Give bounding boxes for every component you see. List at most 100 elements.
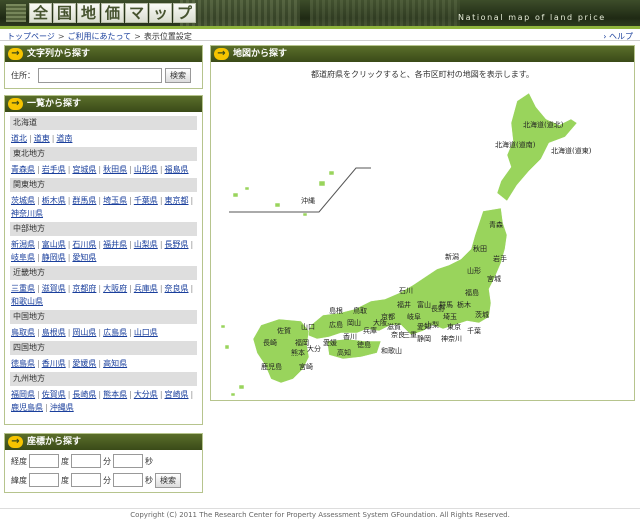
prefecture-map-label[interactable]: 石川 [399,287,413,295]
prefecture-map-label[interactable]: 茨城 [475,310,489,319]
prefecture-link[interactable]: 岡山県 [72,328,96,337]
prefecture-map-label[interactable]: 北海道(道南) [495,140,536,149]
lat-deg-input[interactable] [29,454,59,468]
prefecture-link[interactable]: 東京都 [165,196,189,205]
prefecture-map-label[interactable]: 山口 [301,322,315,331]
prefecture-map-label[interactable]: 山形 [467,266,481,275]
prefecture-link[interactable]: 道北 [11,134,27,143]
prefecture-link[interactable]: 京都府 [72,284,96,293]
prefecture-map-label[interactable]: 沖縄 [301,196,315,205]
lat-sec-input[interactable] [113,454,143,468]
prefecture-link[interactable]: 香川県 [42,359,66,368]
prefecture-map-label[interactable]: 北海道(道北) [523,120,564,129]
prefecture-link[interactable]: 奈良県 [165,284,189,293]
prefecture-link[interactable]: 島根県 [42,328,66,337]
prefecture-link[interactable]: 石川県 [72,240,96,249]
prefecture-link[interactable]: 徳島県 [11,359,35,368]
lat-min-input[interactable] [71,454,101,468]
prefecture-link[interactable]: 三重県 [11,284,35,293]
prefecture-link[interactable]: 富山県 [42,240,66,249]
prefecture-map-label[interactable]: 広島 [329,320,343,329]
prefecture-link[interactable]: 宮崎県 [165,390,189,399]
prefecture-map-label[interactable]: 宮崎 [299,362,313,371]
prefecture-link[interactable]: 青森県 [11,165,35,174]
prefecture-link[interactable]: 宮城県 [72,165,96,174]
prefecture-map-label[interactable]: 大分 [307,344,321,353]
prefecture-map-label[interactable]: 徳島 [357,340,371,349]
okinawa-islands[interactable] [232,170,335,217]
prefecture-link[interactable]: 神奈川県 [11,209,43,218]
prefecture-map-label[interactable]: 奈良 [391,330,405,339]
lon-min-input[interactable] [71,473,101,487]
site-logo[interactable]: 全国地価マップ [29,3,196,23]
prefecture-link[interactable]: 秋田県 [103,165,127,174]
prefecture-map-label[interactable]: 千葉 [467,326,481,335]
prefecture-link[interactable]: 山形県 [134,165,158,174]
prefecture-link[interactable]: 高知県 [103,359,127,368]
prefecture-link[interactable]: 岐阜県 [11,253,35,262]
prefecture-link[interactable]: 兵庫県 [134,284,158,293]
prefecture-link[interactable]: 愛知県 [72,253,96,262]
prefecture-link[interactable]: 大分県 [134,390,158,399]
prefecture-link[interactable]: 熊本県 [103,390,127,399]
prefecture-link[interactable]: 新潟県 [11,240,35,249]
prefecture-map-label[interactable]: 北海道(道東) [551,146,592,155]
prefecture-map-label[interactable]: 島根 [329,306,343,315]
prefecture-link[interactable]: 長崎県 [72,390,96,399]
prefecture-link[interactable]: 和歌山県 [11,297,43,306]
prefecture-map-label[interactable]: 鹿児島 [261,362,282,371]
prefecture-map-label[interactable]: 富山 [417,300,431,309]
address-input[interactable] [38,68,162,83]
prefecture-map-label[interactable]: 兵庫 [363,326,377,335]
prefecture-map-label[interactable]: 佐賀 [277,326,291,335]
prefecture-map-label[interactable]: 和歌山 [381,346,402,355]
prefecture-link[interactable]: 長野県 [165,240,189,249]
prefecture-map-label[interactable]: 新潟 [445,252,459,261]
prefecture-map-label[interactable]: 岩手 [493,254,507,263]
prefecture-map-label[interactable]: 福島 [465,288,479,297]
prefecture-link[interactable]: 大阪府 [103,284,127,293]
prefecture-link[interactable]: 静岡県 [42,253,66,262]
prefecture-link[interactable]: 福井県 [103,240,127,249]
prefecture-link[interactable]: 山口県 [134,328,158,337]
prefecture-link[interactable]: 広島県 [103,328,127,337]
prefecture-map-label[interactable]: 愛知 [417,322,431,331]
prefecture-map-label[interactable]: 福井 [397,300,411,309]
prefecture-map-label[interactable]: 高知 [337,348,351,357]
prefecture-map-label[interactable]: 埼玉 [443,312,457,321]
lon-sec-input[interactable] [113,473,143,487]
prefecture-map-label[interactable]: 群馬 [439,300,453,309]
prefecture-link[interactable]: 沖縄県 [50,403,74,412]
prefecture-map-label[interactable]: 長崎 [263,338,277,347]
prefecture-map-label[interactable]: 熊本 [291,348,305,357]
prefecture-link[interactable]: 滋賀県 [42,284,66,293]
prefecture-map-label[interactable]: 静岡 [417,334,431,343]
prefecture-link[interactable]: 道東 [34,134,50,143]
prefecture-map-label[interactable]: 愛媛 [323,338,337,347]
prefecture-link[interactable]: 群馬県 [72,196,96,205]
coord-search-button[interactable]: 検索 [155,472,181,488]
prefecture-map-label[interactable]: 三重 [403,331,417,339]
prefecture-map-label[interactable]: 栃木 [457,300,471,309]
prefecture-link[interactable]: 愛媛県 [72,359,96,368]
prefecture-map-label[interactable]: 青森 [489,220,503,229]
prefecture-link[interactable]: 栃木県 [42,196,66,205]
prefecture-map-label[interactable]: 岐阜 [407,312,421,321]
prefecture-map-label[interactable]: 鳥取 [353,306,367,315]
address-search-button[interactable]: 検索 [165,68,191,83]
nansei-islands[interactable] [220,324,245,397]
prefecture-link[interactable]: 鳥取県 [11,328,35,337]
prefecture-map-label[interactable]: 秋田 [473,244,487,253]
prefecture-map-label[interactable]: 岡山 [347,318,361,327]
prefecture-map-label[interactable]: 滋賀 [387,322,401,331]
prefecture-link[interactable]: 道南 [56,134,72,143]
prefecture-link[interactable]: 千葉県 [134,196,158,205]
prefecture-map-label[interactable]: 香川 [343,332,357,341]
prefecture-link[interactable]: 岩手県 [42,165,66,174]
prefecture-map-label[interactable]: 宮城 [487,274,501,283]
prefecture-link[interactable]: 福岡県 [11,390,35,399]
prefecture-link[interactable]: 福島県 [165,165,189,174]
prefecture-link[interactable]: 埼玉県 [103,196,127,205]
prefecture-link[interactable]: 鹿児島県 [11,403,43,412]
prefecture-link[interactable]: 佐賀県 [42,390,66,399]
